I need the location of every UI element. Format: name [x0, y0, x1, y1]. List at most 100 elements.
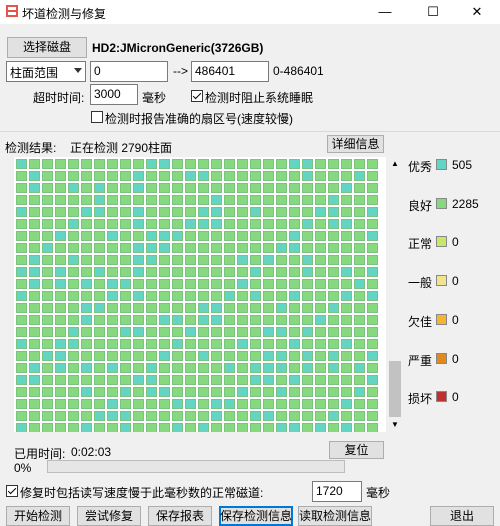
cylinder-cell: [302, 255, 313, 265]
cylinder-cell: [224, 243, 235, 253]
cylinder-cell: [146, 303, 157, 313]
cylinder-cell: [159, 351, 170, 361]
cylinder-cell: [263, 411, 274, 421]
cylinder-cell: [328, 231, 339, 241]
cylinder-cell: [354, 183, 365, 193]
save-scan-info-button[interactable]: 保存检测信息: [219, 506, 293, 526]
cylinder-cell: [120, 183, 131, 193]
cylinder-cell: [42, 159, 53, 169]
legend-swatch: [436, 159, 447, 170]
select-disk-button[interactable]: 选择磁盘: [7, 37, 87, 58]
minimize-button[interactable]: —: [362, 0, 408, 24]
cylinder-cell: [159, 411, 170, 421]
cylinder-cell: [341, 267, 352, 277]
cylinder-cell: [198, 399, 209, 409]
cylinder-cell: [146, 387, 157, 397]
cylinder-cell: [289, 339, 300, 349]
cylinder-cell: [107, 375, 118, 385]
cylinder-cell: [172, 255, 183, 265]
cylinder-cell: [289, 351, 300, 361]
cylinder-cell: [224, 207, 235, 217]
cylinder-cell: [29, 339, 40, 349]
disk-name: HD2:JMicronGeneric(3726GB): [92, 41, 264, 55]
report-exact-checkbox[interactable]: [91, 111, 103, 123]
legend-label: 损坏: [408, 392, 433, 406]
cylinder-cell: [42, 171, 53, 181]
cylinder-cell: [42, 255, 53, 265]
cylinder-cell: [289, 195, 300, 205]
close-button[interactable]: ✕: [454, 0, 500, 24]
try-repair-button[interactable]: 尝试修复: [77, 506, 141, 526]
cylinder-cell: [302, 303, 313, 313]
cylinder-cell: [341, 363, 352, 373]
start-scan-button[interactable]: 开始检测: [6, 506, 70, 526]
cylinder-cell: [237, 267, 248, 277]
details-button[interactable]: 详细信息: [327, 135, 384, 153]
cylinder-cell: [159, 171, 170, 181]
cylinder-cell: [211, 159, 222, 169]
save-report-button[interactable]: 保存报表: [148, 506, 212, 526]
timeout-input[interactable]: 3000: [90, 84, 138, 105]
cylinder-cell: [68, 243, 79, 253]
cylinder-cell: [172, 243, 183, 253]
prevent-sleep-checkbox[interactable]: [191, 90, 203, 102]
cylinder-cell: [81, 243, 92, 253]
cylinder-cell: [367, 183, 378, 193]
cylinder-cell: [211, 411, 222, 421]
scroll-up-icon[interactable]: ▲: [391, 159, 399, 168]
cylinder-cell: [315, 363, 326, 373]
cylinder-cell: [107, 423, 118, 432]
cylinder-cell: [289, 363, 300, 373]
cylinder-cell: [120, 375, 131, 385]
range-end-input[interactable]: 486401: [191, 61, 269, 82]
cylinder-cell: [328, 183, 339, 193]
repair-ms-input[interactable]: 1720: [312, 481, 362, 502]
cylinder-cell: [211, 327, 222, 337]
cylinder-cell: [120, 315, 131, 325]
cylinder-cell: [42, 411, 53, 421]
cylinder-cell: [94, 291, 105, 301]
cylinder-cell: [29, 267, 40, 277]
cylinder-cell: [81, 207, 92, 217]
cylinder-cell: [237, 363, 248, 373]
cylinder-cell: [276, 339, 287, 349]
report-exact-label: 检测时报告准确的扇区号(速度较慢): [105, 112, 293, 126]
cylinder-cell: [81, 195, 92, 205]
range-mode-select[interactable]: 柱面范围: [6, 61, 86, 82]
cylinder-cell: [263, 339, 274, 349]
cylinder-cell: [289, 267, 300, 277]
cylinder-cell: [94, 339, 105, 349]
cylinder-cell: [263, 375, 274, 385]
cylinder-cell: [107, 363, 118, 373]
cylinder-cell: [315, 303, 326, 313]
cylinder-cell: [211, 195, 222, 205]
reset-button[interactable]: 复位: [329, 441, 384, 459]
repair-slow-checkbox[interactable]: [6, 485, 18, 497]
cylinder-cell: [16, 363, 27, 373]
cylinder-cell: [120, 267, 131, 277]
cylinder-cell: [328, 195, 339, 205]
cylinder-cell: [94, 231, 105, 241]
cylinder-cell: [55, 411, 66, 421]
cylinder-cell: [16, 267, 27, 277]
cylinder-cell: [133, 423, 144, 432]
exit-button[interactable]: 退出: [430, 506, 494, 526]
cylinder-cell: [120, 219, 131, 229]
range-start-input[interactable]: 0: [90, 61, 168, 82]
cylinder-cell: [328, 327, 339, 337]
cylinder-cell: [146, 159, 157, 169]
load-scan-info-button[interactable]: 读取检测信息: [298, 506, 372, 526]
scroll-down-icon[interactable]: ▼: [391, 420, 399, 429]
cylinder-cell: [276, 411, 287, 421]
cylinder-cell: [185, 171, 196, 181]
cylinder-cell: [289, 411, 300, 421]
maximize-button[interactable]: ☐: [410, 0, 456, 24]
cylinder-cell: [198, 327, 209, 337]
cylinder-cell: [172, 159, 183, 169]
cylinder-cell: [55, 327, 66, 337]
scrollbar-thumb[interactable]: [389, 361, 401, 417]
grid-scrollbar[interactable]: ▲ ▼: [388, 157, 402, 432]
maximize-icon: ☐: [427, 4, 439, 19]
cylinder-cell: [289, 327, 300, 337]
cylinder-cell: [198, 183, 209, 193]
